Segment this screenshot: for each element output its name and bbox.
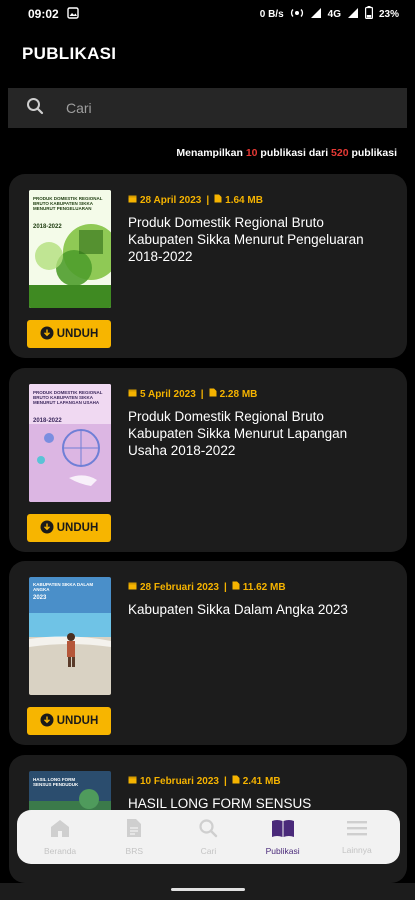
publication-size: 2.28 MB (219, 388, 258, 400)
battery-level: 23% (378, 8, 399, 20)
download-button[interactable]: UNDUH (27, 514, 111, 542)
download-icon (40, 520, 54, 537)
signal-icon-2 (347, 7, 359, 22)
result-prefix: Menampilkan (176, 147, 243, 159)
result-middle: publikasi dari (260, 147, 329, 159)
battery-icon (364, 6, 373, 22)
result-shown: 10 (245, 147, 258, 159)
publication-date: 5 April 2023 (140, 388, 196, 400)
publication-cover: PRODUK DOMESTIK REGIONAL BRUTO KABUPATEN… (29, 384, 111, 502)
download-button[interactable]: UNDUH (27, 320, 111, 348)
nav-item-cari[interactable]: Cari (178, 818, 238, 856)
gesture-bar (0, 883, 415, 900)
cover-title: HASIL LONG FORM SENSUS PENDUDUK (33, 777, 79, 788)
app-header: PUBLIKASI (0, 30, 415, 78)
nav-label: Cari (200, 846, 217, 856)
download-icon (40, 713, 54, 730)
status-time: 09:02 (28, 7, 59, 21)
calendar-icon (128, 388, 137, 400)
nav-item-brs[interactable]: BRS (104, 818, 164, 856)
nav-label: Beranda (44, 846, 77, 856)
network-type: 4G (327, 8, 341, 20)
result-count: Menampilkan 10 publikasi dari 520 publik… (176, 147, 397, 159)
cover-year: 2023 (33, 595, 47, 601)
nav-item-lainnya[interactable]: Lainnya (327, 819, 387, 855)
nav-item-publikasi[interactable]: Publikasi (253, 818, 313, 856)
calendar-icon (128, 194, 137, 206)
file-icon (214, 194, 222, 206)
nav-label: Lainnya (341, 845, 372, 855)
cover-year: 2018-2022 (33, 224, 62, 230)
download-button[interactable]: UNDUH (27, 707, 111, 735)
file-icon (209, 388, 217, 400)
gallery-icon (67, 6, 79, 22)
publication-meta: 10 Februari 2023 | 2.41 MB (128, 775, 281, 787)
home-gesture-handle[interactable] (171, 888, 245, 891)
result-suffix: publikasi (351, 147, 397, 159)
cover-title: PRODUK DOMESTIK REGIONAL BRUTO KABUPATEN… (33, 390, 103, 406)
publication-date: 28 April 2023 (140, 194, 202, 206)
file-icon (232, 581, 240, 593)
publication-meta: 28 Februari 2023 | 11.62 MB (128, 581, 286, 593)
publication-meta: 28 April 2023 | 1.64 MB (128, 194, 263, 206)
status-bar: 09:02 0 B/s 4G 23% (0, 0, 415, 28)
net-speed: 0 B/s (259, 8, 284, 20)
search-icon (198, 818, 218, 843)
search-bar[interactable] (8, 88, 407, 128)
hotspot-icon (290, 7, 304, 22)
home-icon (49, 818, 71, 843)
publication-card[interactable]: KABUPATEN SIKKA DALAM ANGKA 2023 28 Febr… (9, 561, 407, 745)
bottom-navigation: Beranda BRS Cari Publikasi Lainnya (17, 810, 400, 864)
signal-icon (310, 7, 322, 22)
publication-date: 28 Februari 2023 (140, 581, 219, 593)
publication-meta: 5 April 2023 | 2.28 MB (128, 388, 257, 400)
download-icon (40, 326, 54, 343)
publication-size: 1.64 MB (225, 194, 263, 206)
download-label: UNDUH (56, 522, 99, 534)
publication-size: 2.41 MB (242, 775, 281, 787)
nav-label: BRS (125, 846, 144, 856)
publication-cover: KABUPATEN SIKKA DALAM ANGKA 2023 (29, 577, 111, 695)
publication-title[interactable]: Produk Domestik Regional Bruto Kabupaten… (128, 408, 388, 459)
nav-label: Publikasi (265, 846, 300, 856)
book-icon (271, 818, 295, 843)
publication-size: 11.62 MB (242, 581, 286, 593)
file-icon (232, 775, 240, 787)
publication-title[interactable]: Kabupaten Sikka Dalam Angka 2023 (128, 601, 388, 618)
result-total: 520 (331, 147, 349, 159)
publication-title[interactable]: Produk Domestik Regional Bruto Kabupaten… (128, 214, 388, 265)
menu-icon (346, 819, 368, 842)
nav-item-beranda[interactable]: Beranda (30, 818, 90, 856)
cover-title: PRODUK DOMESTIK REGIONAL BRUTO KABUPATEN… (33, 196, 103, 212)
publication-cover: PRODUK DOMESTIK REGIONAL BRUTO KABUPATEN… (29, 190, 111, 308)
search-input[interactable] (66, 100, 366, 116)
cover-year: 2018-2022 (33, 418, 62, 424)
cover-title: KABUPATEN SIKKA DALAM ANGKA (33, 582, 94, 593)
publication-card[interactable]: PRODUK DOMESTIK REGIONAL BRUTO KABUPATEN… (9, 368, 407, 552)
calendar-icon (128, 775, 137, 787)
search-icon (26, 97, 44, 120)
calendar-icon (128, 581, 137, 593)
download-label: UNDUH (56, 328, 99, 340)
download-label: UNDUH (56, 715, 99, 727)
document-icon (125, 818, 143, 843)
page-title: PUBLIKASI (22, 44, 117, 63)
publication-card[interactable]: PRODUK DOMESTIK REGIONAL BRUTO KABUPATEN… (9, 174, 407, 358)
publication-date: 10 Februari 2023 (140, 775, 219, 787)
